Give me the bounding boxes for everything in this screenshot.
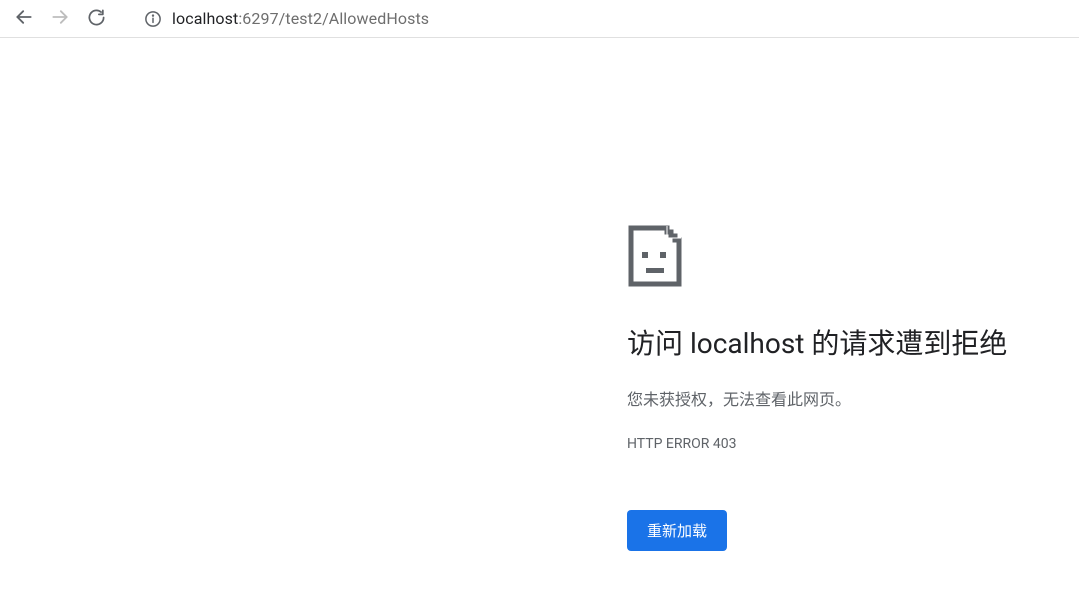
reload-toolbar-button[interactable] [80, 3, 112, 35]
url-host: localhost [172, 9, 238, 28]
error-title-post: 的请求遭到拒绝 [804, 327, 1007, 360]
arrow-left-icon [14, 7, 34, 30]
error-title-pre: 访问 [627, 327, 690, 360]
url-text: localhost:6297/test2/AllowedHosts [172, 9, 429, 28]
error-code: HTTP ERROR 403 [627, 436, 1047, 452]
sad-page-icon [627, 224, 1047, 292]
error-title: 访问 localhost 的请求遭到拒绝 [627, 326, 1047, 362]
forward-button[interactable] [44, 3, 76, 35]
browser-toolbar: localhost:6297/test2/AllowedHosts [0, 0, 1079, 38]
page-content: 访问 localhost 的请求遭到拒绝 您未获授权，无法查看此网页。 HTTP… [0, 38, 1079, 604]
site-info-icon[interactable] [144, 10, 162, 28]
error-block: 访问 localhost 的请求遭到拒绝 您未获授权，无法查看此网页。 HTTP… [627, 224, 1047, 551]
address-bar[interactable]: localhost:6297/test2/AllowedHosts [134, 4, 1071, 34]
url-path: :6297/test2/AllowedHosts [238, 9, 429, 28]
error-title-host: localhost [690, 327, 804, 360]
reload-button[interactable]: 重新加载 [627, 510, 727, 551]
arrow-right-icon [50, 7, 70, 30]
error-subtitle: 您未获授权，无法查看此网页。 [627, 386, 1047, 410]
back-button[interactable] [8, 3, 40, 35]
reload-icon [87, 8, 106, 30]
